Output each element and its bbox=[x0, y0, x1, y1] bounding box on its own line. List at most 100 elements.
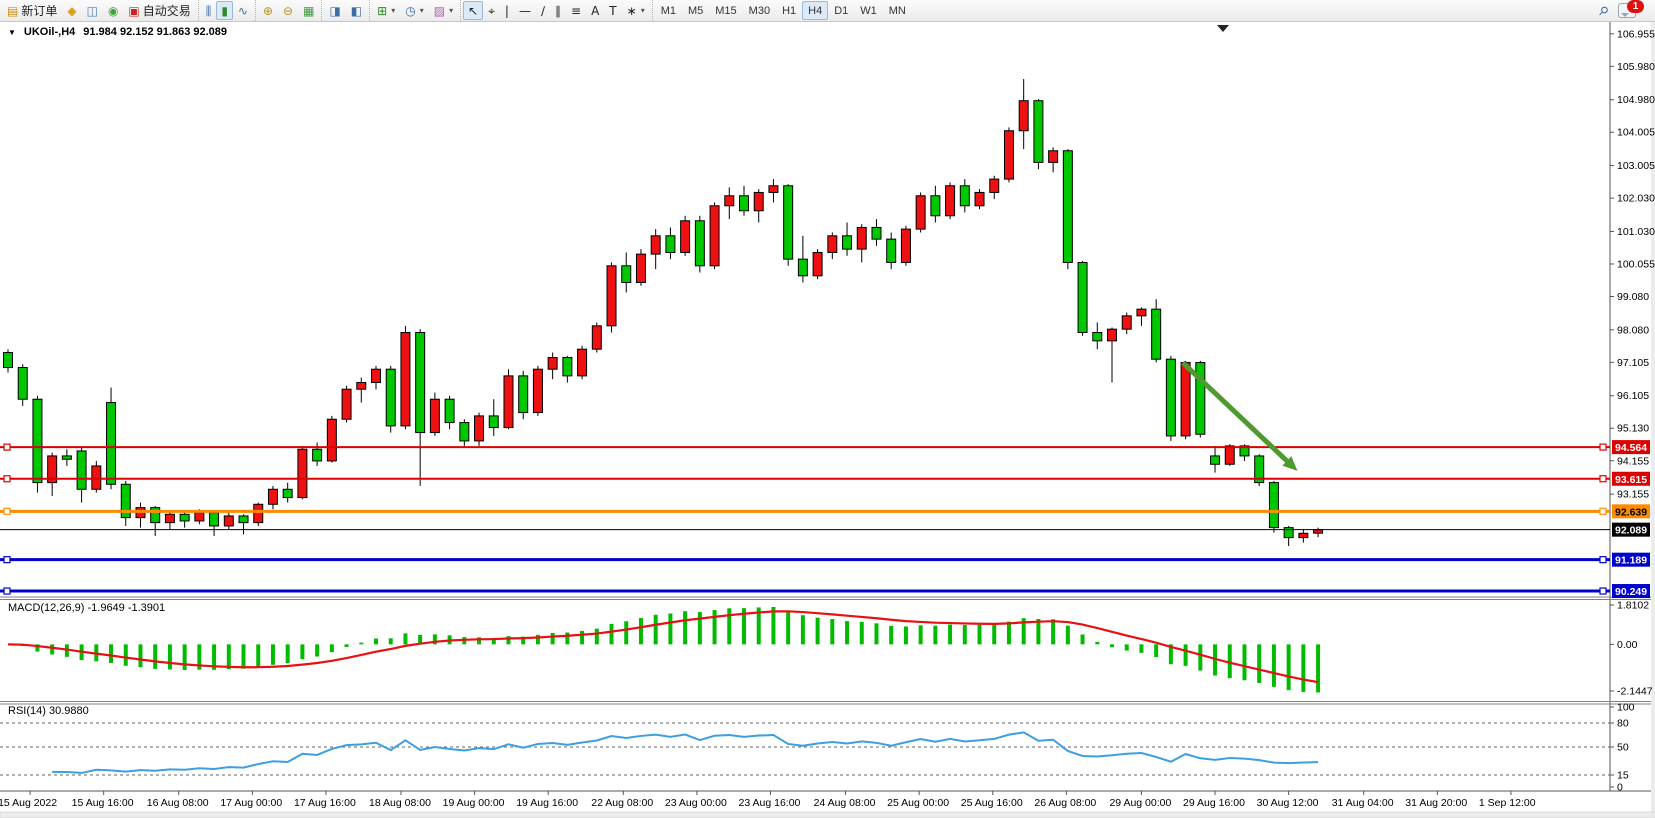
candle bbox=[533, 369, 542, 412]
candle bbox=[298, 449, 307, 497]
cursor-button[interactable]: ↖ bbox=[463, 1, 483, 20]
templates-button-dropdown-icon[interactable]: ▾ bbox=[449, 6, 453, 15]
crosshair-button[interactable]: ⌖ bbox=[483, 1, 500, 20]
timeframe-m15[interactable]: M15 bbox=[709, 1, 742, 20]
notifications-button[interactable]: 1 bbox=[1613, 1, 1641, 20]
cursor-icon: ↖ bbox=[468, 5, 478, 17]
rsi-value: 30.9880 bbox=[49, 705, 89, 717]
arrows-button[interactable]: ∗▾ bbox=[622, 1, 650, 20]
line-chart-button[interactable]: ∿ bbox=[233, 1, 253, 20]
time-axis-label: 31 Aug 04:00 bbox=[1332, 797, 1394, 809]
candle bbox=[1299, 533, 1308, 537]
price-axis-tick: 101.030 bbox=[1617, 226, 1655, 238]
chart-canvas[interactable]: 106.955105.980104.980104.005103.005102.0… bbox=[0, 0, 1655, 818]
time-axis-label: 1 Sep 12:00 bbox=[1479, 797, 1536, 809]
vline-button[interactable]: | bbox=[500, 1, 514, 20]
templates-button[interactable]: ▨▾ bbox=[429, 1, 458, 20]
timeframe-h1[interactable]: H1 bbox=[776, 1, 802, 20]
price-axis-tick: 106.955 bbox=[1617, 28, 1655, 40]
candle bbox=[386, 369, 395, 426]
search-button[interactable]: ⚲ bbox=[1594, 1, 1613, 20]
fibonacci-icon: ≡ bbox=[571, 5, 581, 17]
periods-button-dropdown-icon[interactable]: ▾ bbox=[420, 6, 424, 15]
timeframe-w1[interactable]: W1 bbox=[854, 1, 883, 20]
time-axis-label: 19 Aug 16:00 bbox=[516, 797, 578, 809]
metaeditor-icon: ◆ bbox=[67, 5, 76, 17]
price-axis-tick: 104.980 bbox=[1617, 94, 1655, 106]
candle bbox=[1078, 262, 1087, 332]
market-watch-icon: ◫ bbox=[87, 5, 98, 17]
line-handle[interactable] bbox=[4, 444, 10, 450]
candle bbox=[107, 403, 116, 485]
candle bbox=[445, 399, 454, 422]
candle bbox=[504, 376, 513, 428]
timeframe-mn[interactable]: MN bbox=[883, 1, 912, 20]
candle bbox=[195, 513, 204, 521]
new-order-button[interactable]: ▤新订单 bbox=[2, 1, 62, 20]
price-level-badge-text: 93.615 bbox=[1615, 474, 1647, 486]
line-handle[interactable] bbox=[4, 588, 10, 594]
line-handle[interactable] bbox=[4, 508, 10, 514]
add-indicator-button[interactable]: ⊞▾ bbox=[372, 1, 400, 20]
fibonacci-button[interactable]: ≡ bbox=[566, 1, 586, 20]
period-separators-button[interactable]: ◧ bbox=[346, 1, 367, 20]
arrows-button-dropdown-icon[interactable]: ▾ bbox=[641, 6, 645, 15]
candle bbox=[1122, 316, 1131, 329]
add-indicator-icon: ⊞ bbox=[377, 5, 387, 17]
one-click-panel-toggle-icon[interactable]: ▼ bbox=[8, 28, 16, 37]
zoom-out-icon: ⊖ bbox=[283, 5, 293, 17]
price-axis-tick: 95.130 bbox=[1617, 423, 1649, 435]
line-handle[interactable] bbox=[1600, 444, 1606, 450]
line-handle[interactable] bbox=[1600, 557, 1606, 563]
macd-label: MACD(12,26,9) -1.9649 -1.3901 bbox=[8, 602, 165, 614]
line-handle[interactable] bbox=[4, 557, 10, 563]
line-handle[interactable] bbox=[1600, 588, 1606, 594]
candlestick-button[interactable]: ▮ bbox=[216, 1, 233, 20]
signals-icon: ◉ bbox=[108, 5, 118, 17]
crosshair-icon: ⌖ bbox=[488, 5, 495, 17]
bottom-window-border bbox=[0, 812, 1655, 818]
hline-button[interactable]: — bbox=[514, 1, 536, 20]
timeframe-d1[interactable]: D1 bbox=[828, 1, 854, 20]
text-button[interactable]: A bbox=[586, 1, 604, 20]
candle bbox=[1225, 446, 1234, 464]
line-handle[interactable] bbox=[4, 476, 10, 482]
candle bbox=[754, 192, 763, 210]
timeframe-m5[interactable]: M5 bbox=[682, 1, 709, 20]
trade-group: ▤新订单 ◆ ◫ ◉ ▣自动交易 bbox=[0, 0, 198, 21]
signals-button[interactable]: ◉ bbox=[103, 1, 123, 20]
timeframe-m30[interactable]: M30 bbox=[743, 1, 776, 20]
tile-windows-button[interactable]: ▦ bbox=[298, 1, 319, 20]
candle bbox=[975, 192, 984, 205]
time-axis-label: 29 Aug 00:00 bbox=[1109, 797, 1171, 809]
line-handle[interactable] bbox=[1600, 476, 1606, 482]
text-label-button[interactable]: T bbox=[604, 1, 621, 20]
metaeditor-button[interactable]: ◆ bbox=[62, 1, 81, 20]
candle bbox=[681, 221, 690, 253]
channel-button[interactable]: ∥ bbox=[550, 1, 566, 20]
candlestick-icon: ▮ bbox=[221, 5, 228, 17]
autotrading-button[interactable]: ▣自动交易 bbox=[123, 1, 195, 20]
candle bbox=[695, 221, 704, 266]
candle bbox=[901, 229, 910, 262]
candle bbox=[33, 399, 42, 482]
add-indicator-button-dropdown-icon[interactable]: ▾ bbox=[391, 6, 395, 15]
zoom-out-button[interactable]: ⊖ bbox=[278, 1, 298, 20]
zoom-in-button[interactable]: ⊕ bbox=[258, 1, 278, 20]
bar-chart-button[interactable]: ⫼ bbox=[201, 1, 217, 20]
candle bbox=[239, 516, 248, 523]
window-group: ◨◧ bbox=[321, 0, 369, 21]
time-axis-label: 17 Aug 00:00 bbox=[220, 797, 282, 809]
timeframe-m1[interactable]: M1 bbox=[655, 1, 682, 20]
market-watch-button[interactable]: ◫ bbox=[82, 1, 103, 20]
trendline-button[interactable]: ∕ bbox=[536, 1, 550, 20]
indicator-window-button[interactable]: ◨ bbox=[324, 1, 345, 20]
time-axis-label: 16 Aug 08:00 bbox=[147, 797, 209, 809]
autotrading-icon: ▣ bbox=[128, 5, 139, 17]
candle bbox=[18, 368, 27, 400]
candle bbox=[401, 333, 410, 426]
periods-button[interactable]: ◷▾ bbox=[400, 1, 429, 20]
timeframe-h4[interactable]: H4 bbox=[802, 1, 828, 20]
line-handle[interactable] bbox=[1600, 508, 1606, 514]
time-axis-label: 25 Aug 16:00 bbox=[961, 797, 1023, 809]
